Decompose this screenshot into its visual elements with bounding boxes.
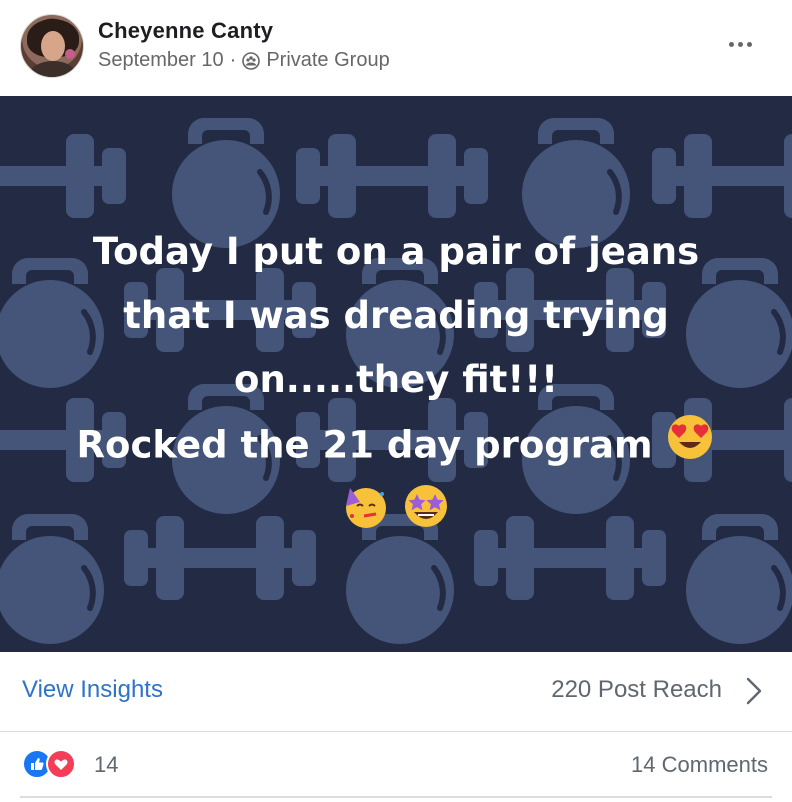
comments-count[interactable]: 14 Comments [631, 752, 768, 778]
author-avatar[interactable] [20, 14, 84, 78]
reaction-count[interactable]: 14 [94, 752, 118, 778]
meta-separator: · [229, 49, 237, 71]
post-message-line: that I was dreading trying [123, 294, 669, 337]
divider [20, 796, 772, 798]
post-date[interactable]: September 10 [98, 49, 224, 72]
post-message-line: Rocked the 21 day program [76, 423, 653, 467]
view-insights-link[interactable]: View Insights [22, 676, 163, 704]
reaction-icons[interactable] [22, 749, 84, 779]
partying-face-emoji [342, 482, 390, 550]
chevron-right-icon[interactable] [744, 676, 764, 706]
reactions-row: 14 14 Comments [0, 732, 792, 796]
post-message-line: Today I put on a pair of jeans [92, 230, 700, 273]
star-struck-emoji [402, 482, 450, 550]
post-reach[interactable]: 220 Post Reach [551, 676, 722, 704]
more-options-button[interactable] [720, 30, 760, 58]
post-header: Cheyenne Canty September 10 · Private Gr… [0, 0, 792, 96]
post-message-line-with-emoji: Rocked the 21 day program [20, 412, 772, 482]
post-banner: Today I put on a pair of jeans that I wa… [0, 96, 792, 652]
post-message: Today I put on a pair of jeans that I wa… [20, 220, 772, 550]
heart-eyes-emoji [665, 412, 715, 482]
group-icon [242, 51, 261, 70]
insights-bar: View Insights 220 Post Reach [0, 652, 792, 732]
more-options-icon [728, 41, 734, 47]
post-message-line: on.....they fit!!! [234, 358, 558, 401]
audience-label: Private Group [266, 49, 390, 71]
emoji-line [20, 482, 772, 550]
love-reaction-icon [46, 749, 76, 779]
post-meta: September 10 · Private Group [98, 49, 390, 72]
author-name[interactable]: Cheyenne Canty [98, 18, 273, 44]
